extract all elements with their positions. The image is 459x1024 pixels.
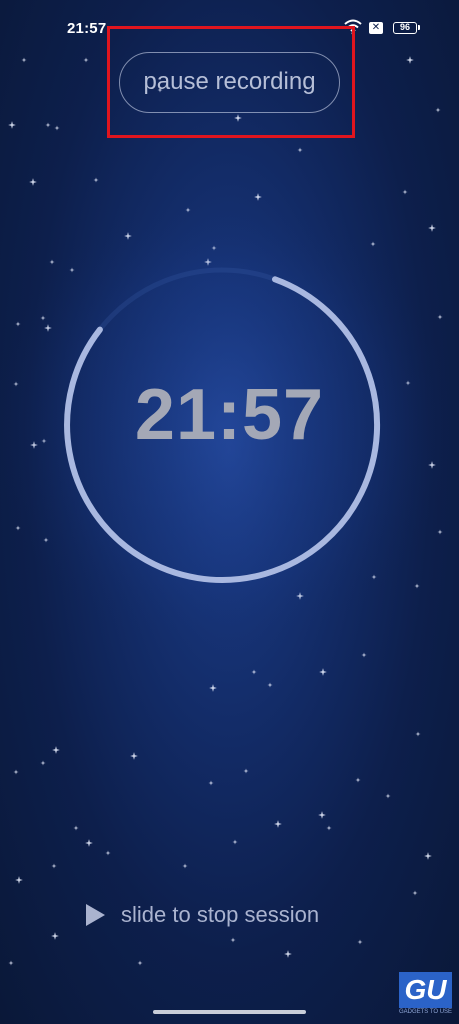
watermark-mark: GU <box>399 972 452 1008</box>
home-indicator[interactable] <box>153 1010 306 1014</box>
watermark-text: GADGETS TO USE <box>398 1009 453 1015</box>
timer-display: 21:57 <box>134 375 325 455</box>
slide-to-stop-slider[interactable]: slide to stop session <box>82 896 382 932</box>
progress-ring <box>0 195 452 655</box>
play-icon[interactable] <box>86 904 105 926</box>
watermark-logo: GU GADGETS TO USE <box>396 972 455 1018</box>
slide-to-stop-label: slide to stop session <box>121 902 320 927</box>
sleep-recording-screen: 21:57 ✕ 96 pause recording 21:57 slide t… <box>0 0 459 1024</box>
